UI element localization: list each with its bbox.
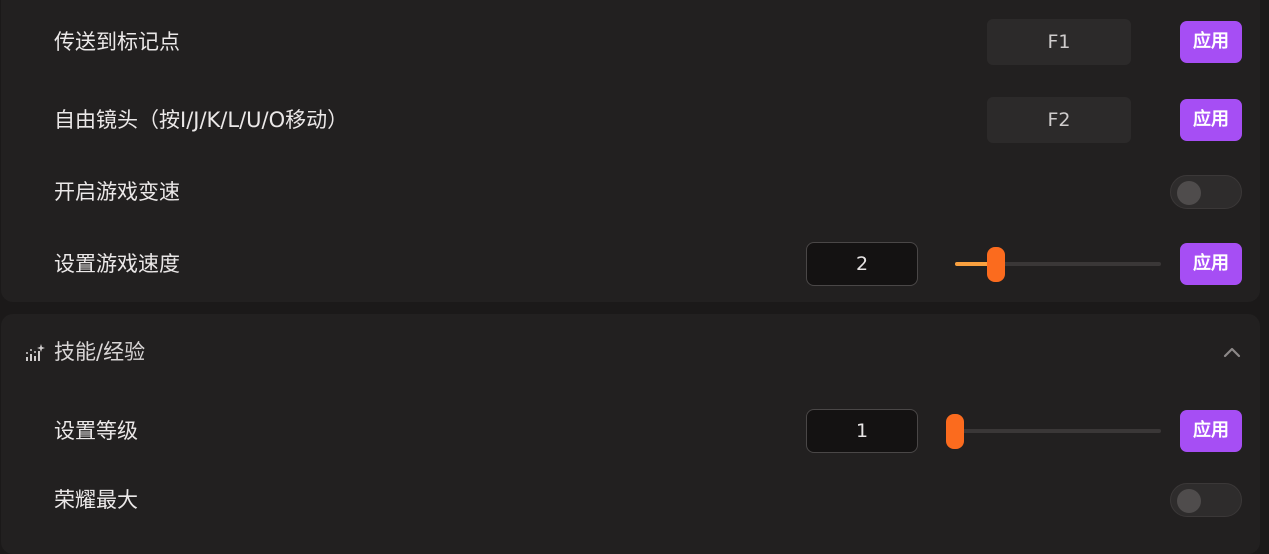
- free-camera-row: 自由镜头（按I/J/K/L/U/O移动） F2 应用: [1, 95, 1260, 145]
- teleport-apply-button[interactable]: 应用: [1180, 21, 1242, 63]
- max-glory-toggle[interactable]: [1170, 483, 1242, 517]
- slider-thumb[interactable]: [946, 414, 964, 449]
- teleport-to-marker-label: 传送到标记点: [54, 30, 180, 54]
- game-speed-toggle[interactable]: [1170, 175, 1242, 209]
- teleport-hotkey-field[interactable]: F1: [987, 19, 1131, 65]
- skills-section-header[interactable]: 技能/经验: [1, 330, 1260, 374]
- free-camera-label: 自由镜头（按I/J/K/L/U/O移动）: [54, 108, 349, 132]
- game-speed-slider[interactable]: [955, 239, 1161, 289]
- skills-section-title: 技能/经验: [54, 340, 146, 364]
- chevron-up-icon[interactable]: [1220, 342, 1244, 362]
- max-glory-label: 荣耀最大: [54, 488, 138, 512]
- game-settings-card: 传送到标记点 F1 应用 自由镜头（按I/J/K/L/U/O移动） F2 应用 …: [1, 0, 1260, 302]
- slider-track: [955, 429, 1161, 433]
- set-level-input[interactable]: 1: [806, 409, 918, 453]
- free-camera-apply-button[interactable]: 应用: [1180, 99, 1242, 141]
- game-speed-row: 设置游戏速度 2 应用: [1, 239, 1260, 289]
- game-speed-label: 设置游戏速度: [54, 252, 180, 276]
- game-speed-apply-button[interactable]: 应用: [1180, 243, 1242, 285]
- game-speed-toggle-label: 开启游戏变速: [54, 180, 180, 204]
- bar-chart-sparkle-icon: [26, 344, 45, 361]
- set-level-slider[interactable]: [946, 406, 1161, 456]
- skills-experience-card: 技能/经验 设置等级 1 应用 荣耀最大: [1, 314, 1260, 554]
- slider-thumb[interactable]: [987, 247, 1006, 282]
- toggle-knob: [1177, 489, 1201, 513]
- set-level-label: 设置等级: [54, 419, 138, 443]
- toggle-knob: [1177, 181, 1201, 205]
- free-camera-hotkey-field[interactable]: F2: [987, 97, 1131, 143]
- teleport-to-marker-row: 传送到标记点 F1 应用: [1, 17, 1260, 67]
- game-speed-input[interactable]: 2: [806, 242, 918, 286]
- set-level-apply-button[interactable]: 应用: [1180, 410, 1242, 452]
- max-glory-row: 荣耀最大: [1, 475, 1260, 525]
- game-speed-toggle-row: 开启游戏变速: [1, 167, 1260, 217]
- set-level-row: 设置等级 1 应用: [1, 406, 1260, 456]
